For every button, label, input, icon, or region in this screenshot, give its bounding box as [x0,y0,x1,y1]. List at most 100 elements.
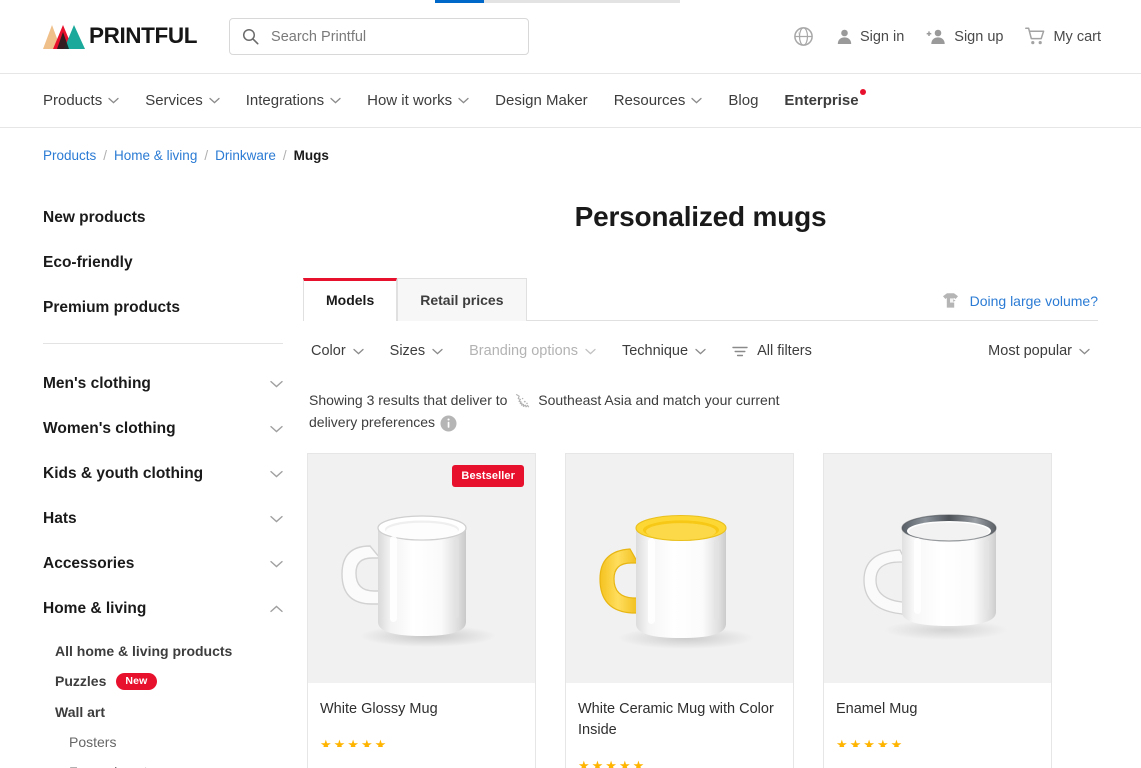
nav-item-resources[interactable]: Resources [614,92,703,109]
sidebar-label: Men's clothing [43,375,151,392]
filter-sizes[interactable]: Sizes [390,343,443,359]
doing-large-volume-link[interactable]: Doing large volume? [941,292,1098,320]
page-load-progress-fill [435,0,484,3]
sidebar-item-home-living[interactable]: Home & living [43,591,283,627]
filter-color[interactable]: Color [311,343,364,359]
tab-models[interactable]: Models [303,278,398,321]
my-cart-button[interactable]: My cart [1025,27,1101,46]
volume-link-label: Doing large volume? [969,292,1098,309]
page-body: New products Eco-friendly Premium produc… [0,201,1141,768]
sidebar-item-puzzles[interactable]: Puzzles New [43,666,283,697]
nav-item-products[interactable]: Products [43,92,119,109]
sidebar-label: Home & living [43,600,147,617]
enterprise-new-dot [859,89,866,95]
logo-wordmark: PRINTFUL [89,23,198,49]
new-badge: New [116,673,157,690]
sidebar-item-kids-youth-clothing[interactable]: Kids & youth clothing [43,456,283,492]
nav-item-blog[interactable]: Blog [728,92,758,109]
breadcrumb-item-products[interactable]: Products [43,148,96,163]
search-input[interactable] [269,27,517,46]
sidebar-item-framed-posters[interactable]: Framed posters [43,757,283,768]
chevron-down-icon [270,425,283,433]
chevron-down-icon [695,348,706,354]
sort-dropdown[interactable]: Most popular [988,343,1090,359]
breadcrumb-separator: / [204,148,209,163]
sidebar-label: Women's clothing [43,420,176,437]
chevron-down-icon [1079,348,1090,354]
sign-in-button[interactable]: Sign in [836,28,904,45]
sidebar-item-posters[interactable]: Posters [43,727,283,757]
page-load-progress-track [435,0,680,3]
results-text-leading: Showing 3 results that deliver to [309,392,508,408]
nav-item-how-it-works[interactable]: How it works [367,92,469,109]
search-icon [242,28,259,45]
sidebar-item-hats[interactable]: Hats [43,501,283,537]
tab-retail-prices[interactable]: Retail prices [397,278,527,321]
info-icon[interactable] [440,415,457,432]
filter-technique[interactable]: Technique [622,343,706,359]
product-card[interactable]: White Ceramic Mug with Color Inside ★★★★… [565,453,794,768]
sidebar-label: All home & living products [55,643,233,659]
nav-item-services[interactable]: Services [145,92,220,109]
sidebar-label: Accessories [43,555,135,572]
sidebar-item-new-products[interactable]: New products [43,201,283,235]
nav-label: Integrations [245,92,325,109]
sidebar-item-all-home-living-products[interactable]: All home & living products [43,636,283,666]
sidebar-item-womens-clothing[interactable]: Women's clothing [43,411,283,447]
sign-up-button[interactable]: Sign up [926,28,1003,45]
sidebar-item-wall-art[interactable]: Wall art [43,697,283,727]
product-grid: Bestseller White Glossy Mug ★★★★★ White … [303,433,1098,768]
product-card[interactable]: Bestseller White Glossy Mug ★★★★★ [307,453,536,768]
product-card[interactable]: Enamel Mug ★★★★★ [823,453,1052,768]
product-title: White Ceramic Mug with Color Inside [578,701,774,738]
sidebar-label: Kids & youth clothing [43,465,204,482]
filter-label: Color [311,343,346,359]
sign-in-label: Sign in [859,28,905,45]
filter-all-filters[interactable]: All filters [732,343,812,359]
sidebar-item-eco-friendly[interactable]: Eco-friendly [43,246,283,280]
category-sidebar: New products Eco-friendly Premium produc… [43,201,303,768]
chevron-down-icon [585,348,596,354]
breadcrumb-item-drinkware[interactable]: Drinkware [215,148,276,163]
results-summary: Showing 3 results that deliver to Southe… [303,359,803,433]
product-image: Bestseller [308,454,535,683]
sidebar-item-premium-products[interactable]: Premium products [43,291,283,325]
nav-item-design-maker[interactable]: Design Maker [495,92,588,109]
nav-item-integrations[interactable]: Integrations [246,92,341,109]
chevron-down-icon [353,348,364,354]
chevron-down-icon [270,515,283,523]
breadcrumb-separator: / [103,148,108,163]
filter-label: Sizes [389,343,426,359]
bestseller-badge: Bestseller [452,465,524,487]
sidebar-item-mens-clothing[interactable]: Men's clothing [43,366,283,402]
filter-bar: Color Sizes Branding options Technique A… [303,321,1098,359]
tab-label: Models [326,292,375,308]
user-icon [837,29,852,44]
sidebar-divider [43,343,283,344]
breadcrumb-item-home-living[interactable]: Home & living [114,148,197,163]
nav-label: Design Maker [495,92,588,109]
sidebar-item-accessories[interactable]: Accessories [43,546,283,582]
nav-item-enterprise[interactable]: Enterprise [784,89,866,109]
printful-logo[interactable]: PRINTFUL [43,23,198,49]
sort-label: Most popular [988,343,1072,359]
page-title: Personalized mugs [574,201,827,232]
sign-up-label: Sign up [954,28,1004,45]
product-image [824,454,1051,683]
nav-label: Blog [728,92,759,109]
product-image [566,454,793,683]
filter-branding-options[interactable]: Branding options [469,343,596,359]
filter-label: All filters [757,343,812,359]
sidebar-label: Wall art [55,703,106,720]
chevron-down-icon [209,97,220,104]
search-box[interactable] [229,18,530,55]
chevron-down-icon [108,97,119,104]
nav-label: Products [43,92,103,109]
chevron-down-icon [270,560,283,568]
chevron-down-icon [270,470,283,478]
enamel-mug-illustration [863,514,1008,640]
results-region: Southeast Asia [538,392,632,408]
product-rating: ★★★★★ [836,737,905,747]
product-title: White Glossy Mug [320,701,438,717]
language-selector[interactable] [793,26,814,47]
